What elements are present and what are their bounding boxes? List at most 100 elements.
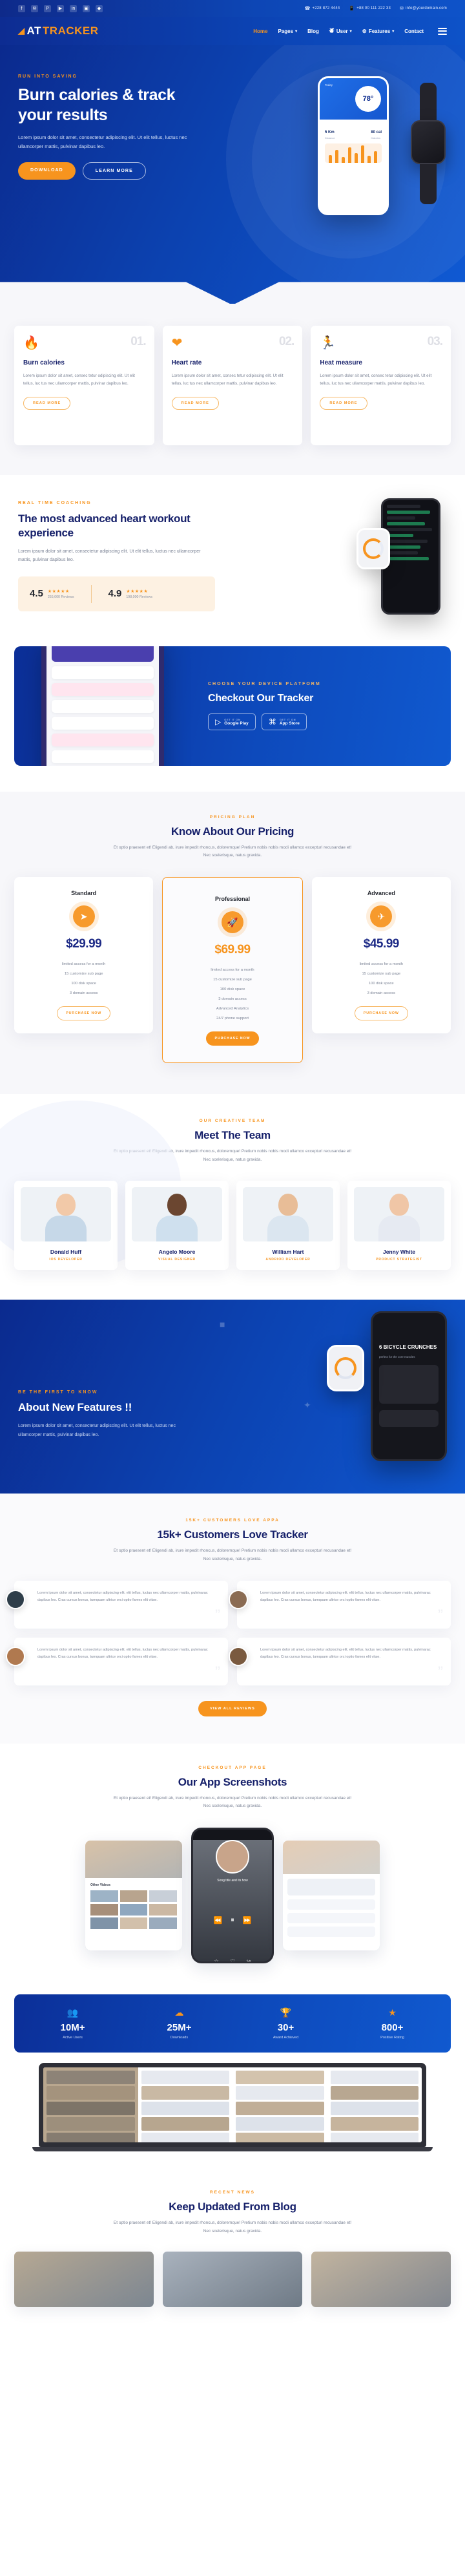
blog-post-list (14, 2251, 451, 2307)
sparkle-icon: ■ (220, 1319, 225, 1330)
site-logo[interactable]: ◢ AT TRACKER (18, 25, 99, 37)
pricing-description: Et optio praesent et! Eligendi ab, irure… (113, 845, 352, 858)
stat-value: 800+ (381, 2022, 404, 2034)
screenshot-left[interactable]: Other Videos (85, 1841, 182, 1951)
purchase-button[interactable]: PURCHASE NOW (57, 1006, 111, 1021)
pinterest-icon[interactable]: P (44, 5, 51, 12)
pause-icon[interactable]: ⏸ (231, 1916, 234, 1925)
screenshot-center[interactable]: Song title and its how ⏪ ⏸ ⏩ ☆ ♡ ↪ (191, 1828, 274, 1964)
mobile-icon: 📱 (349, 6, 355, 11)
nav-item-user[interactable]: ⛇ User ▾ (329, 27, 352, 35)
heart-icon: ❤ (171, 336, 183, 350)
feature-text: Lorem ipsum dolor sit amet, consec tetur… (320, 374, 432, 386)
plan-feature: 100 disk space (368, 981, 394, 986)
plan-feature: limited access for a month (211, 967, 254, 972)
email-link[interactable]: ✉ info@yourdomain.com (400, 6, 447, 11)
nav-item-contact[interactable]: Contact (404, 28, 424, 34)
avatar (243, 1187, 333, 1242)
read-more-button[interactable]: READ MORE (23, 396, 71, 410)
pricing-plan-professional: Professional 🚀 $69.99 limited access for… (162, 877, 303, 1064)
google-play-button[interactable]: ▷ GET IT ON Google Play (208, 713, 256, 730)
team-member-card[interactable]: Jenny White PRODUCT STRATEGIST (347, 1181, 451, 1271)
app-store-button[interactable]: ⌘ GET IT ON App Store (261, 713, 307, 730)
laptop-mockup-section (0, 2053, 465, 2171)
heart-workout-section: REAL TIME COACHING The most advanced hea… (0, 475, 465, 640)
blog-description: Et optio praesent et! Eligendi ab, irure… (113, 2221, 352, 2233)
star-icon[interactable]: ☆ (214, 1958, 218, 1961)
read-more-button[interactable]: READ MORE (320, 396, 367, 410)
phone-secondary-text: +88 00 111 222 33 (356, 6, 391, 10)
youtube-icon[interactable]: ▶ (57, 5, 64, 12)
nav-item-blog[interactable]: Blog (307, 28, 319, 34)
pricing-plan-list: Standard ➤ $29.99 limited access for a m… (14, 877, 451, 1064)
phone-secondary[interactable]: 📱 +88 00 111 222 33 (349, 6, 391, 11)
feature-text: Lorem ipsum dolor sit amet, consec tetur… (171, 374, 284, 386)
screenshots-title: Our App Screenshots (178, 1775, 287, 1788)
plan-feature: 15 customize sub page (362, 971, 401, 976)
rewind-icon[interactable]: ⏪ (214, 1916, 223, 1925)
team-member-card[interactable]: William Hart ANDRIOD DEVELOPER (236, 1181, 340, 1271)
team-member-card[interactable]: Donald Huff IOS DEVELOPER (14, 1181, 118, 1271)
dribbble-icon[interactable]: ◆ (96, 5, 103, 12)
divider (90, 584, 92, 603)
feature-title: Burn calories (23, 359, 65, 366)
nav-item-features[interactable]: ⚙ Features ▾ (362, 28, 395, 34)
plan-name: Standard (71, 890, 97, 897)
checkout-tracker-section: CHOOSE YOUR DEVICE PLATFORM Checkout Our… (0, 639, 465, 792)
linkedin-icon[interactable]: in (70, 5, 77, 12)
rating-score: 4.5 (30, 588, 43, 600)
rating-review-count: 198,000 Reviews (126, 595, 152, 599)
chevron-down-icon: ▾ (349, 29, 352, 34)
envelope-icon: ✉ (400, 6, 404, 11)
blog-post-card[interactable] (311, 2251, 451, 2307)
phone-primary[interactable]: ☎ +228 872 4444 (305, 6, 340, 11)
plan-name: Professional (214, 896, 250, 903)
plan-feature: 15 customize sub page (213, 977, 252, 982)
blog-post-card[interactable] (14, 2251, 154, 2307)
plan-feature: limited access for a month (61, 962, 106, 966)
plan-feature: limited access for a month (359, 962, 403, 966)
logo-text-primary: AT (26, 25, 41, 37)
purchase-button[interactable]: PURCHASE NOW (205, 1031, 260, 1046)
testimonial-card: Lorem ipsum dolor sit amet, consectetur … (229, 1637, 451, 1685)
nav-item-pages[interactable]: Pages ▾ (278, 28, 297, 34)
blog-post-card[interactable] (163, 2251, 302, 2307)
screenshot-right[interactable] (283, 1841, 380, 1951)
purchase-button[interactable]: PURCHASE NOW (354, 1006, 408, 1021)
download-button[interactable]: DOWNLOAD (18, 162, 76, 180)
plan-feature-list: limited access for a month 15 customize … (321, 959, 442, 998)
feature-number: 03. (427, 335, 443, 348)
nav-item-home[interactable]: Home (253, 28, 267, 34)
testimonial-text: Lorem ipsum dolor sit amet, consectetur … (37, 1647, 208, 1659)
avatar (354, 1187, 444, 1242)
share-icon[interactable]: ↪ (247, 1958, 251, 1961)
laptop-base (32, 2147, 433, 2152)
blog-section: RECENT NEWS Keep Updated From Blog Et op… (0, 2171, 465, 2320)
twitter-icon[interactable]: ✉ (31, 5, 38, 12)
facebook-icon[interactable]: f (18, 5, 25, 12)
learn-more-button[interactable]: LEARN MORE (82, 162, 146, 180)
view-all-reviews-button[interactable]: VIEW ALL REVIEWS (198, 1700, 267, 1716)
feature-cards-section: 🔥 01. Burn calories Lorem ipsum dolor si… (0, 304, 465, 475)
logo-text-secondary: TRACKER (42, 25, 99, 37)
heart-watch-mockup (356, 528, 390, 569)
plan-feature-list: limited access for a month 15 customize … (23, 959, 144, 998)
hamburger-menu-icon[interactable] (438, 27, 447, 35)
heart-icon[interactable]: ♡ (231, 1958, 235, 1961)
hero-stat-value: 80 cal (371, 131, 382, 134)
read-more-button[interactable]: READ MORE (171, 396, 219, 410)
star-icon: ★ (388, 2007, 397, 2018)
rating-review-count: 255,000 Reviews (47, 595, 74, 599)
about-phone-subtitle: perfect for the core muscles (379, 1355, 415, 1358)
team-member-card[interactable]: Angelo Moore VISUAL DESIGNER (125, 1181, 229, 1271)
forward-icon[interactable]: ⏩ (243, 1916, 252, 1925)
avatar (6, 1646, 25, 1666)
store-small-label: GET IT ON (224, 717, 241, 721)
team-member-role: VISUAL DESIGNER (158, 1258, 196, 1262)
instagram-icon[interactable]: ▣ (83, 5, 90, 12)
avatar (132, 1187, 222, 1242)
main-navigation: ◢ AT TRACKER Home Pages ▾ Blog ⛇ User ▾ ⚙ Fe… (0, 17, 465, 45)
pricing-section: PRICING PLAN Know About Our Pricing Et o… (0, 791, 465, 1095)
quote-icon: ” (215, 1606, 220, 1624)
team-member-name: Donald Huff (50, 1249, 82, 1256)
